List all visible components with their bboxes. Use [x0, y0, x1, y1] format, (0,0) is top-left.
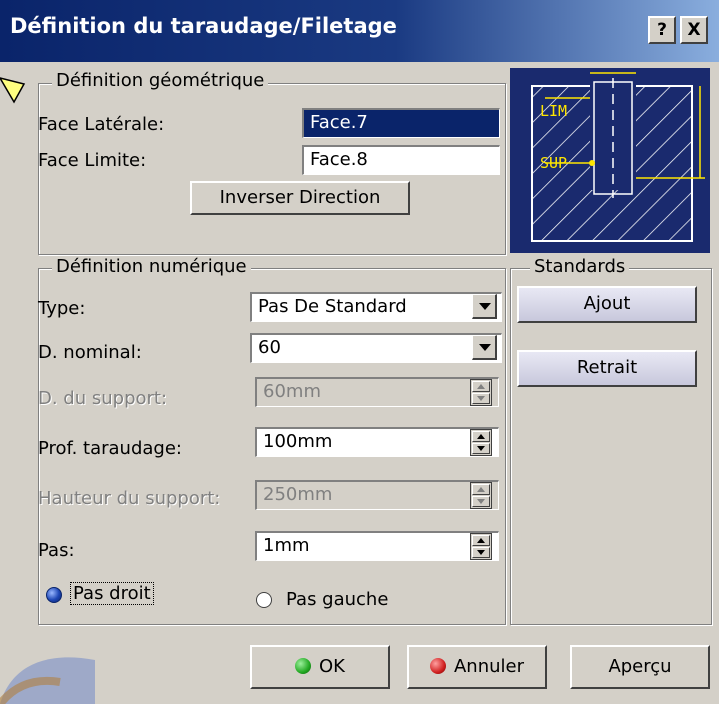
support-diameter-spinner [470, 379, 492, 406]
green-ball-icon [295, 658, 311, 674]
apercu-button[interactable]: Aperçu [570, 645, 710, 689]
pas-gauche-label[interactable]: Pas gauche [286, 589, 388, 610]
decorative-swirl-icon [0, 657, 95, 704]
pas-label: Pas: [38, 540, 75, 561]
type-select[interactable]: Pas De Standard [250, 292, 502, 322]
hauteur-support-field: 250mm [255, 480, 499, 510]
ajout-button[interactable]: Ajout [517, 286, 697, 323]
ok-button[interactable]: OK [250, 645, 390, 689]
face-laterale-field[interactable]: Face.7 [302, 108, 500, 138]
close-button[interactable]: X [680, 16, 708, 44]
inverser-direction-button[interactable]: Inverser Direction [190, 181, 410, 215]
geometric-definition-legend: Définition géométrique [52, 70, 269, 91]
pas-droit-label[interactable]: Pas droit [70, 582, 154, 605]
callout-pointer-icon [0, 77, 26, 104]
thread-preview-image: LIM SUP [510, 68, 710, 253]
face-limite-field[interactable]: Face.8 [302, 145, 500, 175]
hauteur-support-label: Hauteur du support: [38, 488, 221, 509]
face-limite-label: Face Limite: [38, 150, 147, 171]
pas-gauche-radio[interactable] [256, 592, 272, 608]
retrait-button[interactable]: Retrait [517, 350, 697, 387]
annuler-label: Annuler [453, 656, 524, 677]
annuler-button[interactable]: Annuler [407, 645, 547, 689]
prof-taraudage-spinner[interactable] [470, 429, 492, 456]
prof-taraudage-label: Prof. taraudage: [38, 438, 182, 459]
hauteur-support-spinner [470, 482, 492, 509]
pas-field[interactable]: 1mm [255, 531, 499, 561]
face-laterale-label: Face Latérale: [38, 114, 165, 135]
dialog-title: Définition du taraudage/Filetage [10, 14, 397, 38]
thread-definition-dialog: Définition du taraudage/Filetage ? X Déf… [0, 0, 719, 704]
pas-droit-radio[interactable] [46, 587, 62, 603]
red-ball-icon [429, 658, 446, 674]
title-bar[interactable]: Définition du taraudage/Filetage ? X [0, 0, 719, 62]
support-diameter-field: 60mm [255, 377, 499, 407]
help-button[interactable]: ? [648, 16, 676, 44]
prof-taraudage-field[interactable]: 100mm [255, 427, 499, 457]
type-label: Type: [38, 298, 86, 319]
sup-label: SUP [540, 154, 567, 172]
nominal-label: D. nominal: [38, 342, 142, 363]
numeric-definition-legend: Définition numérique [52, 256, 251, 277]
pas-spinner[interactable] [470, 533, 492, 560]
thread-diagram-icon: LIM SUP [531, 72, 705, 242]
standards-legend: Standards [530, 256, 630, 277]
nominal-select[interactable]: 60 [250, 333, 502, 363]
lim-label: LIM [540, 102, 567, 120]
support-diameter-label: D. du support: [38, 388, 168, 409]
ok-label: OK [319, 656, 345, 677]
type-dropdown-arrow-icon[interactable] [472, 294, 497, 319]
nominal-dropdown-arrow-icon[interactable] [472, 335, 497, 360]
